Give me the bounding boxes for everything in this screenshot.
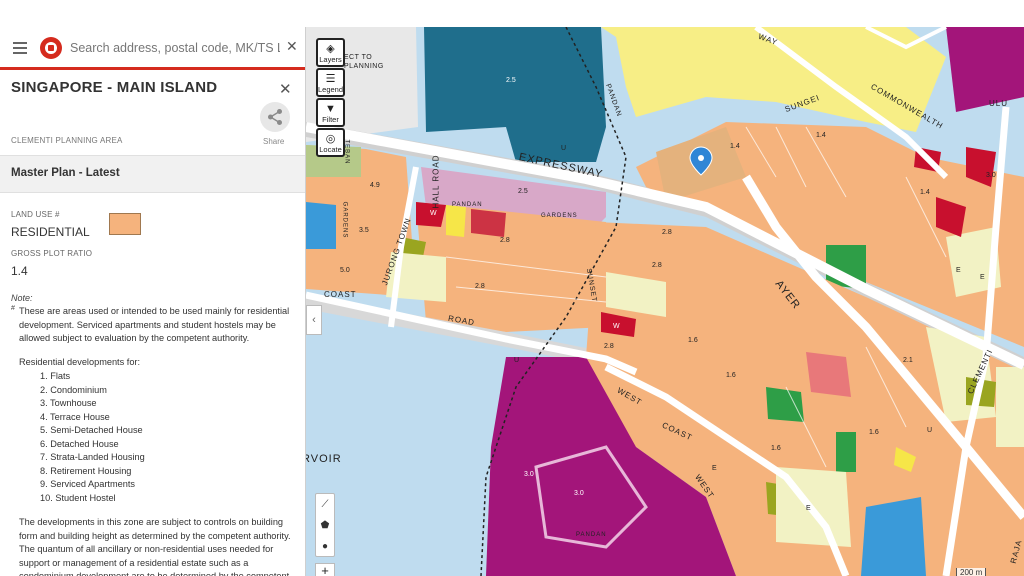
zone-mark: W (613, 323, 620, 330)
land-use-value: RESIDENTIAL (11, 225, 90, 239)
draw-line-icon[interactable]: ⟋ (316, 494, 334, 515)
list-item: 9. Serviced Apartments (40, 479, 135, 489)
gpr-mark: 2.5 (518, 188, 528, 195)
master-plan-header[interactable]: Master Plan - Latest (0, 155, 305, 193)
draw-circle-icon[interactable]: ● (316, 536, 334, 557)
zone-mark: U (927, 427, 933, 434)
note-title: Note: (11, 293, 33, 303)
filter-icon: ▼ (325, 103, 336, 115)
development-text: The developments in this zone are subjec… (19, 517, 291, 576)
residential-heading: Residential developments for: (19, 357, 141, 367)
gpr-value: 1.4 (11, 264, 28, 278)
share-button[interactable] (260, 102, 290, 132)
road-label-gardens-2: GARDENS (541, 213, 578, 219)
list-item: 6. Detached House (40, 438, 119, 449)
gpr-mark: 3.0 (574, 490, 584, 497)
list-item: 5. Semi-Detached House (40, 425, 143, 435)
road-label-ulu: ULU (989, 99, 1009, 108)
road-label-pandan-gardens: PANDAN (452, 202, 483, 208)
zone-mark: U (514, 357, 520, 364)
locate-label: Locate (319, 145, 342, 154)
road-label-coast: COAST (324, 290, 357, 299)
share-label: Share (263, 137, 285, 146)
zone-mark: W (430, 210, 437, 217)
list-item: 1. Flats (40, 371, 71, 381)
residential-list: 1. Flats 2. Condominium 3. Townhouse 4. … (40, 370, 145, 505)
map-canvas[interactable]: EXPRESSWAY AYER HALL ROAD JURONG TOWN CO… (306, 27, 1024, 576)
road-label-hall-road: HALL ROAD (431, 154, 441, 209)
label-planning: PLANNING (344, 63, 384, 70)
legend-icon: ☰ (325, 73, 336, 85)
ura-logo (40, 37, 62, 59)
gpr-mark: 3.5 (359, 227, 369, 234)
master-plan-title: Master Plan - Latest (11, 167, 120, 179)
share-icon (268, 109, 282, 125)
legend-button[interactable]: ☰ Legend (316, 68, 345, 97)
gpr-mark: 5.0 (340, 267, 350, 274)
gpr-mark: 1.6 (688, 337, 698, 344)
road-label-pandan-loop: PANDAN (576, 532, 607, 538)
note-text: These are areas used or intended to be u… (19, 306, 290, 343)
gpr-mark: 3.0 (986, 172, 996, 179)
locate-button[interactable]: ◎ Locate (316, 128, 345, 157)
gpr-mark: 1.4 (730, 143, 740, 150)
clear-search-icon[interactable]: ✕ (286, 38, 298, 55)
search-bar: ✕ (0, 27, 305, 70)
gpr-mark: 2.8 (604, 343, 614, 350)
legend-label: Legend (317, 85, 344, 94)
gpr-mark: 2.8 (500, 237, 510, 244)
gpr-mark: 1.6 (726, 372, 736, 379)
list-item: 4. Terrace House (40, 411, 110, 422)
gpr-mark: 1.6 (771, 445, 781, 452)
label-reservoir: RVOIR (306, 453, 342, 465)
planning-area-label: CLEMENTI PLANNING AREA (11, 136, 123, 145)
gpr-mark: 4.9 (370, 182, 380, 189)
gpr-mark: 1.4 (920, 189, 930, 196)
list-item: 7. Strata-Landed Housing (40, 452, 145, 462)
page-title: SINGAPORE - MAIN ISLAND (11, 79, 218, 96)
gpr-mark: 2.1 (903, 357, 913, 364)
zone-mark: E (956, 267, 961, 274)
filter-label: Filter (322, 115, 339, 124)
gpr-mark: 3.0 (524, 471, 534, 478)
menu-icon[interactable] (13, 42, 27, 54)
gpr-mark: 2.5 (506, 77, 516, 84)
chevron-left-icon: ‹ (312, 314, 316, 326)
zone-mark: E (806, 505, 811, 512)
zoom-in-button[interactable]: + (315, 563, 335, 576)
scale-bar: 200 m (956, 568, 987, 576)
gpr-mark: 1.4 (816, 132, 826, 139)
gpr-label: GROSS PLOT RATIO (11, 249, 93, 258)
list-item: 3. Townhouse (40, 398, 97, 408)
gpr-mark: 2.8 (475, 283, 485, 290)
locate-icon: ◎ (325, 133, 336, 145)
layers-button[interactable]: ◈ Layers (316, 38, 345, 67)
list-item: 2. Condominium (40, 384, 107, 395)
list-item: 10. Student Hostel (40, 492, 116, 503)
info-panel: ✕ SINGAPORE - MAIN ISLAND ✕ Share CLEMEN… (0, 27, 306, 576)
search-input[interactable] (70, 37, 280, 59)
layers-label: Layers (319, 55, 342, 64)
land-use-label: LAND USE # (11, 210, 60, 219)
top-strip (0, 0, 1024, 27)
draw-toolbar: ⟋ ⬟ ● (315, 493, 335, 557)
collapse-panel-button[interactable]: ‹ (306, 305, 322, 335)
zone-mark: U (561, 145, 567, 152)
list-item: 8. Retirement Housing (40, 465, 132, 476)
zone-mark: E (712, 465, 717, 472)
zone-mark: E (980, 274, 985, 281)
close-panel-icon[interactable]: ✕ (279, 80, 292, 98)
gpr-mark: 2.8 (662, 229, 672, 236)
filter-button[interactable]: ▼ Filter (316, 98, 345, 127)
draw-polygon-icon[interactable]: ⬟ (316, 515, 334, 536)
layers-icon: ◈ (326, 43, 335, 55)
gpr-mark: 1.6 (869, 429, 879, 436)
gpr-mark: 2.8 (652, 262, 662, 269)
land-use-swatch (109, 213, 141, 235)
note-mark: # (11, 305, 15, 312)
road-label-gardens: GARDENS (341, 201, 348, 239)
